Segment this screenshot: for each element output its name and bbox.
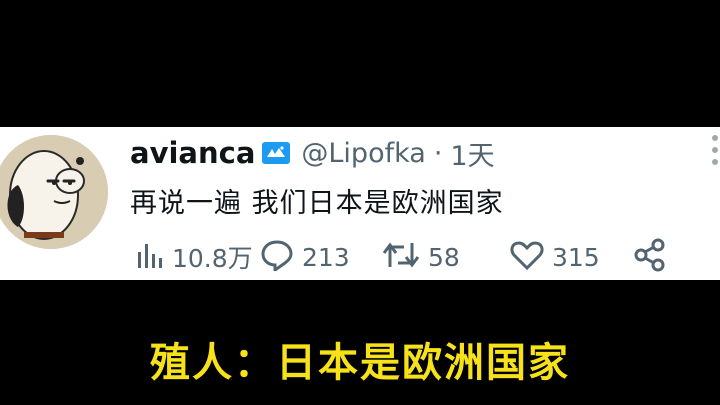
reply-count: 213 — [302, 242, 350, 272]
post-header: avianca @Lipofka · 1天 — [130, 131, 495, 175]
avatar[interactable] — [0, 135, 108, 249]
video-caption: 殖人：日本是欧洲国家 — [150, 340, 570, 386]
views-icon — [134, 240, 164, 274]
views-button[interactable]: 10.8万 — [134, 237, 253, 277]
like-count: 315 — [552, 242, 600, 272]
tweet-card: avianca @Lipofka · 1天 再说一遍 我们日本是欧洲国家 10.… — [0, 127, 720, 280]
reply-button[interactable]: 213 — [260, 237, 350, 277]
repost-icon — [382, 239, 420, 275]
share-button[interactable] — [634, 237, 666, 277]
post-time[interactable]: 1天 — [450, 134, 494, 173]
like-button[interactable]: 315 — [510, 237, 600, 277]
more-icon[interactable] — [710, 133, 720, 167]
verified-icon — [261, 140, 291, 166]
repost-button[interactable]: 58 — [382, 237, 460, 277]
reply-icon — [260, 239, 294, 275]
action-bar: 10.8万 213 58 315 — [130, 237, 720, 277]
repost-count: 58 — [428, 242, 460, 272]
views-count: 10.8万 — [172, 244, 253, 273]
post-text: 再说一遍 我们日本是欧洲国家 — [130, 188, 504, 219]
separator-dot: · — [433, 137, 443, 169]
display-name[interactable]: avianca — [130, 136, 255, 170]
like-icon — [510, 239, 544, 275]
handle[interactable]: @Lipofka — [301, 138, 425, 169]
share-icon — [634, 238, 666, 276]
